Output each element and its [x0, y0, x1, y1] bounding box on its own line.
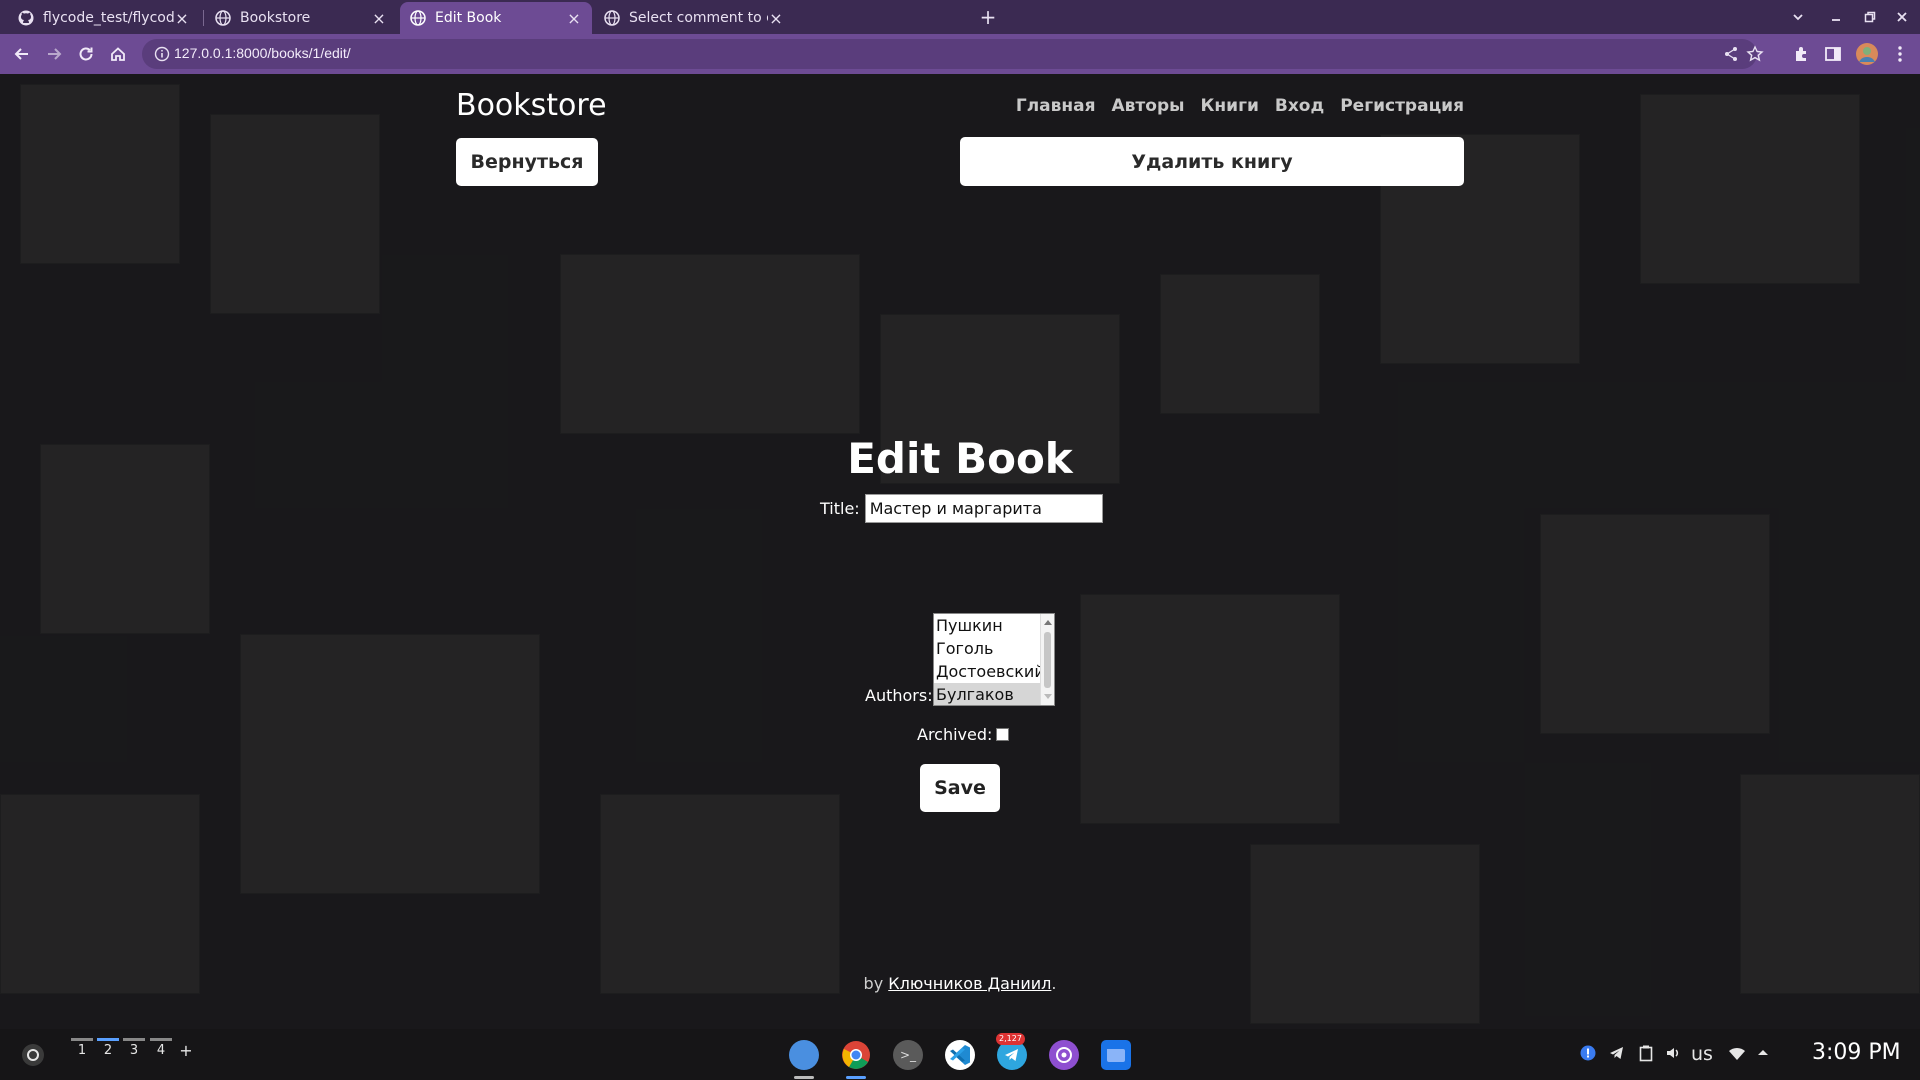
browser-toolbar: 127.0.0.1:8000/books/1/edit/: [0, 34, 1920, 74]
tray-expand-icon[interactable]: [1756, 1044, 1770, 1063]
terminal-icon[interactable]: >_: [893, 1040, 923, 1070]
tab-label: Bookstore: [240, 10, 311, 26]
globe-icon: [215, 10, 231, 26]
desk-1[interactable]: 1: [71, 1038, 93, 1058]
footer-author-link[interactable]: Ключников Даниил: [888, 974, 1051, 993]
close-icon[interactable]: ×: [174, 9, 190, 28]
os-shelf: 1 2 3 4 + >_ 2,127 us 3:09 PM: [0, 1029, 1920, 1080]
menu-kebab-icon[interactable]: [1890, 44, 1910, 64]
profile-avatar[interactable]: [1855, 42, 1879, 66]
page-title: Edit Book: [847, 434, 1073, 483]
tab-search-chevron-icon[interactable]: [1786, 5, 1810, 29]
authors-multiselect[interactable]: Пушкин Гоголь Достоевский Булгаков: [933, 613, 1055, 706]
author-option-pushkin[interactable]: Пушкин: [934, 614, 1040, 637]
tab-github[interactable]: flycode_test/flycode_test at ×: [8, 2, 200, 34]
footer-prefix: by: [863, 974, 884, 993]
tab-edit-book[interactable]: Edit Book ×: [400, 2, 592, 34]
tab-separator: [203, 10, 204, 26]
site-info-icon[interactable]: [154, 46, 170, 62]
address-bar[interactable]: 127.0.0.1:8000/books/1/edit/: [142, 39, 1764, 69]
nav-link-register[interactable]: Регистрация: [1340, 96, 1464, 116]
close-icon[interactable]: ×: [371, 9, 387, 28]
title-input[interactable]: [864, 494, 1103, 523]
desk-2[interactable]: 2: [97, 1038, 119, 1058]
close-window-icon[interactable]: [1890, 5, 1914, 29]
archived-checkbox[interactable]: [996, 728, 1010, 741]
reload-icon[interactable]: [72, 41, 100, 67]
restore-icon[interactable]: [1858, 5, 1882, 29]
title-label: Title:: [820, 499, 860, 518]
archived-field-row: Archived:: [917, 725, 1010, 744]
keyboard-locale[interactable]: us: [1691, 1043, 1713, 1065]
folder-icon[interactable]: [1101, 1040, 1131, 1070]
launcher-button[interactable]: [22, 1044, 44, 1066]
telegram-tray-icon[interactable]: [1608, 1044, 1626, 1066]
notification-icon[interactable]: [1580, 1045, 1596, 1065]
tab-strip: flycode_test/flycode_test at × Bookstore…: [0, 0, 1920, 34]
nav-link-home[interactable]: Главная: [1016, 96, 1096, 116]
share-icon[interactable]: [1722, 45, 1740, 63]
scroll-thumb[interactable]: [1044, 632, 1051, 688]
close-icon[interactable]: ×: [768, 9, 784, 28]
chrome-icon[interactable]: [841, 1040, 871, 1070]
back-arrow-icon[interactable]: [8, 41, 36, 67]
nav-link-authors[interactable]: Авторы: [1112, 96, 1185, 116]
globe-icon: [604, 10, 620, 26]
tab-bookstore[interactable]: Bookstore ×: [205, 2, 397, 34]
launcher-icon: [27, 1049, 39, 1061]
author-option-bulgakov[interactable]: Булгаков: [934, 683, 1040, 705]
nav-link-books[interactable]: Книги: [1201, 96, 1259, 116]
home-icon[interactable]: [104, 41, 132, 67]
minimize-icon[interactable]: [1824, 5, 1848, 29]
site-brand[interactable]: Bookstore: [456, 88, 607, 123]
desk-3[interactable]: 3: [123, 1038, 145, 1058]
url-text: 127.0.0.1:8000/books/1/edit/: [174, 45, 351, 61]
delete-book-button[interactable]: Удалить книгу: [960, 137, 1464, 186]
tab-label: Edit Book: [435, 10, 502, 26]
tab-select-comment[interactable]: Select comment to change | ×: [594, 2, 794, 34]
volume-icon[interactable]: [1664, 1044, 1682, 1066]
main-nav: Главная Авторы Книги Вход Регистрация: [1016, 96, 1464, 116]
wifi-icon[interactable]: [1728, 1044, 1746, 1066]
save-button[interactable]: Save: [920, 764, 1000, 812]
authors-scrollbar[interactable]: [1040, 614, 1054, 705]
tab-label: flycode_test/flycode_test at: [43, 10, 174, 26]
globe-icon: [410, 10, 426, 26]
bookmark-star-icon[interactable]: [1746, 45, 1764, 63]
new-tab-plus-icon[interactable]: +: [976, 5, 1000, 29]
telegram-unread-badge: 2,127: [996, 1033, 1025, 1045]
clock[interactable]: 3:09 PM: [1812, 1040, 1901, 1065]
back-button[interactable]: Вернуться: [456, 138, 598, 186]
archived-label: Archived:: [917, 725, 993, 744]
author-option-dostoevsky[interactable]: Достоевский: [934, 660, 1045, 683]
scroll-up-arrow-icon[interactable]: [1044, 620, 1052, 625]
desk-4[interactable]: 4: [150, 1038, 172, 1058]
files-icon[interactable]: [789, 1040, 819, 1070]
page-viewport: Bookstore Главная Авторы Книги Вход Реги…: [0, 74, 1920, 1029]
nav-link-login[interactable]: Вход: [1275, 96, 1324, 116]
vscode-icon[interactable]: [945, 1040, 975, 1070]
side-panel-icon[interactable]: [1823, 44, 1843, 64]
github-icon: [18, 10, 34, 26]
page-footer: by Ключников Даниил.: [0, 974, 1920, 993]
tab-label: Select comment to change |: [629, 10, 768, 26]
extensions-puzzle-icon[interactable]: [1792, 44, 1812, 64]
authors-label: Authors:: [865, 686, 933, 705]
clipboard-icon[interactable]: [1638, 1044, 1654, 1066]
scroll-down-arrow-icon[interactable]: [1044, 694, 1052, 699]
close-icon[interactable]: ×: [566, 9, 582, 28]
podcast-icon[interactable]: [1049, 1040, 1079, 1070]
add-desk-button[interactable]: +: [177, 1041, 195, 1060]
author-option-gogol[interactable]: Гоголь: [934, 637, 1040, 660]
footer-suffix: .: [1051, 974, 1057, 993]
forward-arrow-icon[interactable]: [40, 41, 68, 67]
title-field-row: Title:: [820, 494, 1103, 523]
